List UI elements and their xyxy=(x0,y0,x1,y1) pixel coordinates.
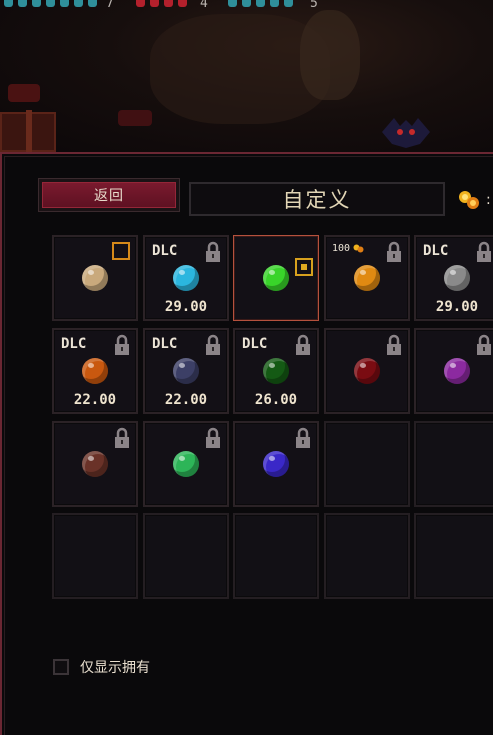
skin-orb-icon xyxy=(173,358,199,384)
skin-slot[interactable] xyxy=(52,421,138,507)
owned-only-toggle[interactable]: 仅显示拥有 xyxy=(53,657,150,677)
empty-skin-slot xyxy=(52,513,138,599)
currency-amount: : xyxy=(486,192,491,208)
lock-icon xyxy=(205,241,221,263)
dlc-badge: DLC xyxy=(423,243,449,259)
lock-icon xyxy=(476,334,492,356)
empty-skin-slot xyxy=(233,513,319,599)
lock-icon xyxy=(476,241,492,263)
skin-slot[interactable] xyxy=(414,328,493,414)
lock-icon xyxy=(205,427,221,449)
lock-icon xyxy=(205,334,221,356)
skin-orb-icon xyxy=(173,451,199,477)
skin-slot[interactable]: 100 xyxy=(324,235,410,321)
gem-cost: 100 xyxy=(332,243,351,254)
lock-icon xyxy=(114,427,130,449)
hud-shield-pip xyxy=(32,0,41,7)
hud-energy-pip xyxy=(228,0,237,7)
lock-icon xyxy=(386,241,402,263)
gem-currency-icon xyxy=(459,191,479,209)
skin-orb-icon xyxy=(444,358,470,384)
empty-skin-slot xyxy=(414,513,493,599)
hud-shield-pip xyxy=(46,0,55,7)
skin-orb-icon xyxy=(354,358,380,384)
back-button[interactable]: 返回 xyxy=(38,178,180,212)
hud-energy-pip xyxy=(284,0,293,7)
lock-icon xyxy=(386,334,402,356)
lock-icon xyxy=(114,334,130,356)
dlc-badge: DLC xyxy=(61,336,87,352)
skin-price: 29.00 xyxy=(164,299,208,315)
skin-slot[interactable]: DLC 26.00 xyxy=(233,328,319,414)
hud-shield-pip xyxy=(88,0,97,7)
hud-energy-count: 5 xyxy=(310,0,318,11)
back-button-label: 返回 xyxy=(42,182,176,208)
skin-orb-icon xyxy=(263,358,289,384)
hud-health-pip xyxy=(178,0,187,7)
skin-slot[interactable] xyxy=(233,421,319,507)
skin-slot[interactable] xyxy=(324,328,410,414)
background-sign xyxy=(8,84,40,102)
background-sign xyxy=(118,110,152,126)
gem-icon xyxy=(353,244,364,253)
skin-orb-icon xyxy=(263,265,289,291)
skin-slot[interactable] xyxy=(52,235,138,321)
skin-orb-icon xyxy=(82,265,108,291)
empty-skin-slot xyxy=(324,421,410,507)
equipped-marker-icon xyxy=(295,258,313,276)
hud-health-pip xyxy=(164,0,173,7)
hud-stats: 7 4 5 xyxy=(0,0,493,11)
dlc-badge: DLC xyxy=(152,243,178,259)
hud-energy-pip xyxy=(242,0,251,7)
hud-shield-pip xyxy=(74,0,83,7)
hud-health-pip xyxy=(150,0,159,7)
lock-icon xyxy=(295,334,311,356)
hud-energy-pip xyxy=(256,0,265,7)
page-title: 自定义 xyxy=(189,182,445,216)
owned-only-label: 仅显示拥有 xyxy=(80,660,150,676)
lock-icon xyxy=(295,427,311,449)
empty-skin-slot xyxy=(143,513,229,599)
dlc-badge: DLC xyxy=(152,336,178,352)
empty-skin-slot xyxy=(414,421,493,507)
game-scene-background: 7 4 5 xyxy=(0,0,493,152)
hud-energy-pip xyxy=(270,0,279,7)
hud-shield-count: 7 xyxy=(106,0,114,11)
background-crate xyxy=(0,110,56,152)
skin-slot[interactable]: DLC 29.00 xyxy=(414,235,493,321)
skin-slot[interactable]: DLC 29.00 xyxy=(143,235,229,321)
background-cocoon xyxy=(300,10,360,100)
hud-shield-pip xyxy=(60,0,69,7)
skin-orb-icon xyxy=(354,265,380,291)
hud-shield-pip xyxy=(4,0,13,7)
hud-health-count: 4 xyxy=(200,0,208,11)
skin-orb-icon xyxy=(173,265,199,291)
hud-health-pip xyxy=(136,0,145,7)
unselected-marker-icon xyxy=(112,242,130,260)
skin-orb-icon xyxy=(263,451,289,477)
skin-slot[interactable] xyxy=(233,235,319,321)
background-bat-icon xyxy=(382,118,430,148)
skin-orb-icon xyxy=(82,451,108,477)
skin-price: 22.00 xyxy=(73,392,117,408)
owned-only-checkbox[interactable] xyxy=(53,659,69,675)
dlc-badge: DLC xyxy=(242,336,268,352)
skin-slot[interactable]: DLC 22.00 xyxy=(143,328,229,414)
skin-orb-icon xyxy=(82,358,108,384)
hud-shield-pip xyxy=(18,0,27,7)
skin-slot[interactable] xyxy=(143,421,229,507)
skin-slot[interactable]: DLC 22.00 xyxy=(52,328,138,414)
skin-price: 29.00 xyxy=(435,299,479,315)
empty-skin-slot xyxy=(324,513,410,599)
skin-orb-icon xyxy=(444,265,470,291)
skin-price: 22.00 xyxy=(164,392,208,408)
skin-price: 26.00 xyxy=(254,392,298,408)
